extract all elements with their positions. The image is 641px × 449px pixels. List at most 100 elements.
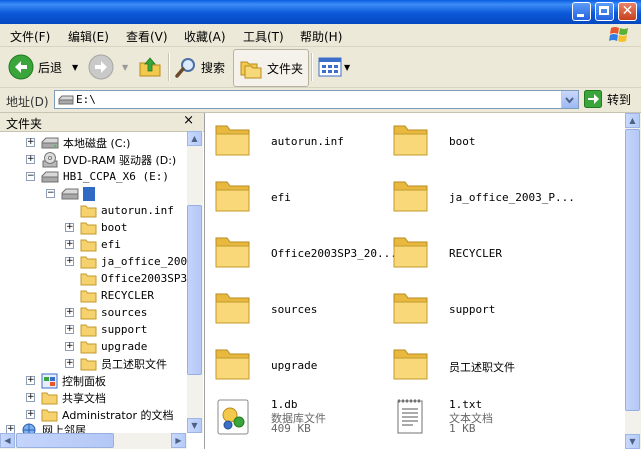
expand-icon[interactable]: +	[65, 223, 74, 232]
address-value[interactable]: E:\	[76, 93, 96, 106]
scroll-thumb[interactable]	[187, 205, 202, 375]
scroll-up-icon[interactable]: ▲	[625, 113, 640, 128]
tree-item-folder[interactable]: RECYCLER	[65, 287, 154, 304]
scroll-left-icon[interactable]: ◀	[0, 433, 15, 448]
tree-item-folder[interactable]: + 员工述职文件	[65, 355, 167, 372]
menu-edit[interactable]: 编辑(E)	[68, 28, 109, 45]
address-dropdown-button[interactable]	[561, 91, 578, 108]
file-item[interactable]: 1.db 数据库文件 409 KB	[213, 397, 393, 445]
back-dropdown-icon[interactable]: ▼	[72, 63, 78, 72]
main-vertical-scrollbar[interactable]: ▲ ▼	[625, 113, 641, 449]
expand-icon[interactable]: +	[26, 138, 35, 147]
tree-item-folder[interactable]: + efi	[65, 236, 121, 253]
folder-icon	[393, 237, 428, 268]
menu-file[interactable]: 文件(F)	[10, 28, 50, 45]
folders-button[interactable]: 文件夹	[233, 49, 310, 87]
tree-item-folder[interactable]: + support	[65, 321, 147, 338]
file-item[interactable]: Office2003SP3_20...	[213, 231, 397, 279]
expand-icon[interactable]: +	[26, 393, 35, 402]
tree-item-shared-docs[interactable]: + 共享文档	[26, 389, 106, 406]
go-button[interactable]: 转到	[584, 90, 631, 108]
minimize-icon	[577, 14, 584, 17]
collapse-icon[interactable]: −	[46, 189, 55, 198]
file-list-pane: autorun.inf boot efi ja_office_2003_P...…	[205, 113, 625, 449]
address-field[interactable]: E:\	[54, 90, 579, 109]
tree-item-folder[interactable]: + ja_office_2003	[65, 253, 194, 270]
scroll-down-icon[interactable]: ▼	[625, 434, 640, 449]
up-button[interactable]	[138, 51, 162, 83]
search-label: 搜索	[201, 60, 226, 75]
tree-item-folder[interactable]: autorun.inf	[65, 202, 174, 219]
menu-favorites[interactable]: 收藏(A)	[184, 28, 226, 45]
menu-tools[interactable]: 工具(T)	[243, 28, 284, 45]
folder-icon	[215, 349, 250, 380]
file-item[interactable]: efi	[213, 175, 393, 223]
folder-icon	[393, 125, 428, 156]
file-item[interactable]: upgrade	[213, 343, 393, 391]
scroll-up-icon[interactable]: ▲	[187, 131, 202, 146]
forward-button[interactable]: ▼	[88, 51, 128, 83]
file-item[interactable]: RECYCLER	[391, 231, 571, 279]
expand-icon[interactable]: +	[65, 308, 74, 317]
tree-item-folder[interactable]: + boot	[65, 219, 128, 236]
tree-item-label: sources	[101, 306, 148, 319]
back-button[interactable]: 后退 ▼	[8, 51, 78, 83]
views-dropdown-icon[interactable]: ▼	[344, 63, 350, 72]
windows-logo-icon	[609, 27, 628, 42]
expand-icon[interactable]: +	[26, 155, 35, 164]
expand-icon[interactable]: +	[26, 410, 35, 419]
tree-vertical-scrollbar[interactable]: ▲ ▼	[187, 131, 203, 433]
forward-dropdown-icon[interactable]: ▼	[122, 63, 128, 72]
expand-icon[interactable]: +	[65, 359, 74, 368]
file-name: RECYCLER	[449, 247, 502, 260]
go-label: 转到	[607, 92, 632, 107]
file-item[interactable]: support	[391, 287, 571, 335]
scroll-thumb[interactable]	[16, 433, 114, 448]
toolbar-separator	[168, 53, 170, 81]
file-item[interactable]: autorun.inf	[213, 119, 393, 167]
file-item[interactable]: 员工述职文件	[391, 343, 571, 391]
file-item[interactable]: 1.txt 文本文档 1 KB	[391, 397, 571, 445]
tree-item-label: autorun.inf	[101, 204, 174, 217]
tree-item-label: boot	[101, 221, 128, 234]
maximize-button[interactable]	[595, 2, 614, 21]
drive-icon	[41, 171, 59, 183]
file-item[interactable]: sources	[213, 287, 393, 335]
tree-item-e-drive[interactable]: − HB1_CCPA_X6 (E:)	[26, 168, 169, 185]
tree-item-folder[interactable]: + upgrade	[65, 338, 147, 355]
tree-item-folder[interactable]: Office2003SP3_	[65, 270, 194, 287]
collapse-icon[interactable]: −	[26, 172, 35, 181]
minimize-button[interactable]	[572, 2, 591, 21]
folder-icon	[80, 358, 97, 370]
scroll-thumb[interactable]	[625, 129, 640, 411]
tree-horizontal-scrollbar[interactable]: ◀ ▶	[0, 433, 187, 449]
tree-item-d-drive[interactable]: + DVD-RAM 驱动器 (D:)	[26, 151, 176, 168]
tree-item-e-root[interactable]: −	[46, 185, 95, 202]
tree-item-label: DVD-RAM 驱动器 (D:)	[63, 153, 177, 167]
tree-item-control-panel[interactable]: + 控制面板	[26, 372, 106, 389]
expand-icon[interactable]: +	[65, 325, 74, 334]
tree-item-c-drive[interactable]: + 本地磁盘 (C:)	[26, 134, 130, 151]
close-icon[interactable]: ×	[183, 113, 194, 128]
close-icon: ✕	[621, 3, 634, 19]
expand-icon[interactable]: +	[65, 240, 74, 249]
drive-icon	[61, 188, 79, 200]
close-button[interactable]: ✕	[618, 2, 637, 21]
expand-icon[interactable]: +	[65, 342, 74, 351]
file-name: Office2003SP3_20...	[271, 247, 397, 260]
menu-view[interactable]: 查看(V)	[126, 28, 168, 45]
tree-item-folder[interactable]: + sources	[65, 304, 147, 321]
search-button[interactable]: 搜索	[175, 51, 225, 83]
views-button[interactable]: ▼	[318, 51, 350, 83]
expand-icon[interactable]: +	[26, 376, 35, 385]
menu-help[interactable]: 帮助(H)	[300, 28, 342, 45]
file-name: autorun.inf	[271, 135, 344, 148]
scroll-right-icon[interactable]: ▶	[171, 433, 186, 448]
file-item[interactable]: boot	[391, 119, 571, 167]
file-item[interactable]: ja_office_2003_P...	[391, 175, 575, 223]
back-arrow-icon	[8, 54, 34, 80]
folder-icon	[41, 409, 58, 421]
scroll-down-icon[interactable]: ▼	[187, 418, 202, 433]
tree-item-label: 共享文档	[62, 391, 106, 405]
expand-icon[interactable]: +	[65, 257, 74, 266]
